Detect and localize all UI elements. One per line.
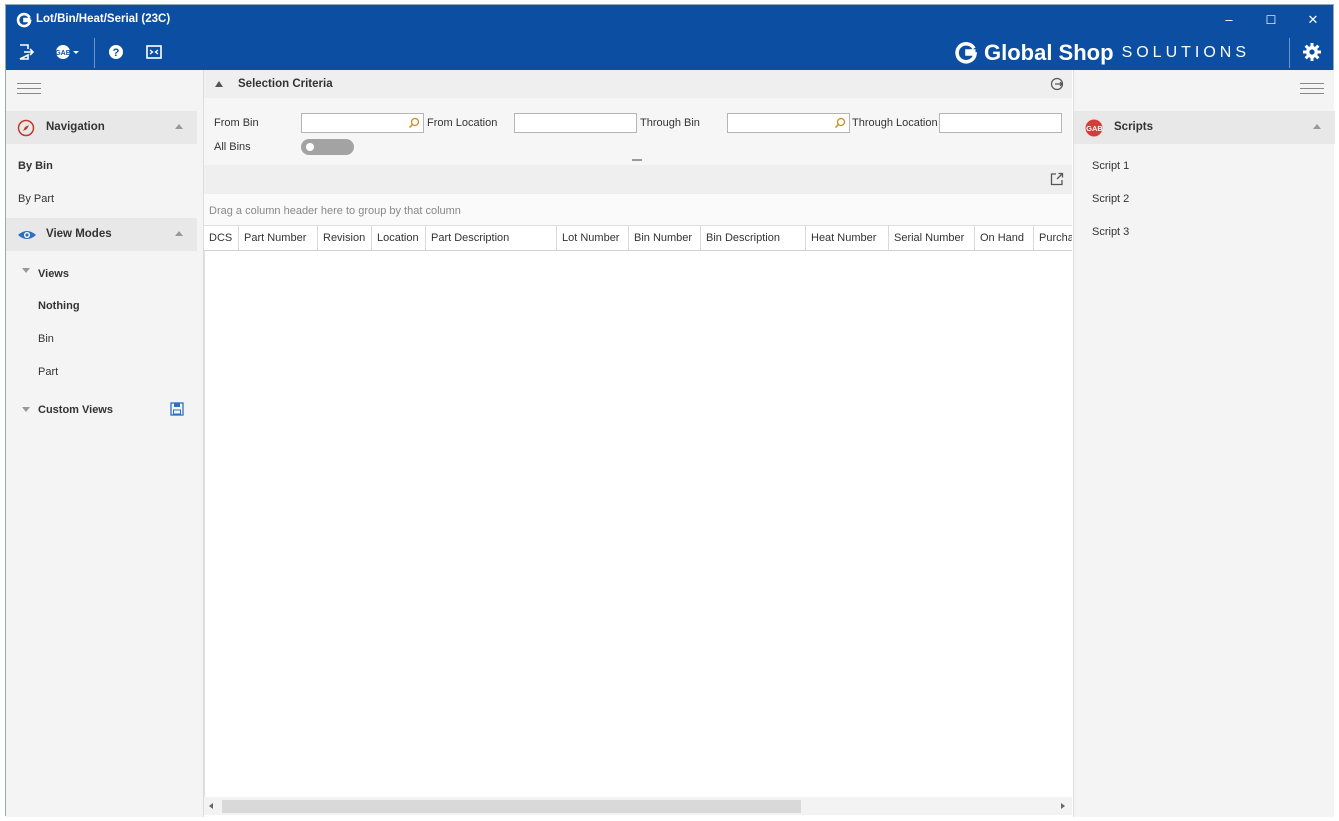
column-header-serial-number[interactable]: Serial Number: [889, 226, 975, 250]
from-location-input[interactable]: [514, 113, 637, 133]
toolbar: GAB ? Global Shop SOLUTIONS: [6, 35, 1333, 70]
column-header-on-hand[interactable]: On Hand: [975, 226, 1034, 250]
export-icon[interactable]: [1050, 77, 1064, 91]
column-header-purchase[interactable]: Purcha: [1034, 226, 1072, 250]
toggle-knob: [306, 143, 314, 151]
grid-column-headers: DCS Part Number Revision Location Part D…: [204, 226, 1072, 251]
popout-icon[interactable]: [1050, 172, 1064, 186]
views-group-label[interactable]: Views: [38, 268, 69, 280]
view-item-part[interactable]: Part: [38, 366, 58, 378]
scroll-right-icon[interactable]: [1061, 803, 1065, 809]
collapse-arrow-icon[interactable]: [215, 81, 223, 87]
column-header-part-number[interactable]: Part Number: [239, 226, 318, 250]
brand-tagline: SOLUTIONS: [1121, 44, 1251, 61]
title-bar: Lot/Bin/Heat/Serial (23C) – ☐ ✕: [6, 5, 1333, 35]
eye-icon: [18, 231, 36, 239]
column-header-bin-description[interactable]: Bin Description: [701, 226, 806, 250]
svg-text:GAB: GAB: [1086, 124, 1103, 133]
main-content: Selection Criteria From Bin From Locatio…: [204, 70, 1073, 817]
close-button[interactable]: ✕: [1298, 10, 1328, 30]
script-item[interactable]: Script 2: [1092, 193, 1129, 205]
collapse-icon[interactable]: [175, 231, 183, 236]
brand-name: Global Shop: [984, 40, 1114, 65]
group-by-hint: Drag a column header here to group by th…: [209, 205, 461, 217]
script-item[interactable]: Script 3: [1092, 226, 1129, 238]
from-bin-input[interactable]: [301, 113, 424, 133]
group-by-panel[interactable]: Drag a column header here to group by th…: [204, 194, 1072, 226]
column-header-bin-number[interactable]: Bin Number: [629, 226, 701, 250]
all-bins-toggle[interactable]: [301, 139, 354, 155]
nav-item-by-part[interactable]: By Part: [18, 193, 54, 205]
through-bin-input[interactable]: [727, 113, 850, 133]
collapse-icon[interactable]: [1313, 124, 1321, 129]
column-header-revision[interactable]: Revision: [318, 226, 372, 250]
through-location-input[interactable]: [939, 113, 1062, 133]
gab-dropdown-icon[interactable]: GAB: [54, 43, 84, 61]
app-window: Lot/Bin/Heat/Serial (23C) – ☐ ✕ GAB ? Gl…: [5, 4, 1335, 817]
view-modes-title: View Modes: [46, 228, 112, 240]
save-icon[interactable]: [170, 402, 184, 416]
svg-text:GAB: GAB: [55, 50, 71, 57]
all-bins-label: All Bins: [214, 141, 251, 153]
left-panel: Navigation By Bin By Part View Modes Vie…: [6, 70, 204, 817]
window-title: Lot/Bin/Heat/Serial (23C): [36, 13, 171, 25]
scroll-left-icon[interactable]: [209, 803, 213, 809]
through-bin-label: Through Bin: [640, 117, 700, 129]
from-location-label: From Location: [427, 117, 498, 129]
brand-g-icon: [955, 41, 978, 64]
nav-item-by-bin[interactable]: By Bin: [18, 160, 53, 172]
through-location-label: Through Location: [852, 117, 938, 129]
search-icon[interactable]: [408, 117, 420, 129]
grid-toolbar: [204, 165, 1072, 194]
view-item-nothing[interactable]: Nothing: [38, 300, 80, 312]
navigation-group-header[interactable]: Navigation: [6, 111, 197, 144]
left-panel-menu-icon[interactable]: [17, 83, 41, 95]
custom-views-label[interactable]: Custom Views: [38, 404, 113, 416]
scripts-title: Scripts: [1114, 121, 1153, 133]
scripts-group-header[interactable]: GAB Scripts: [1074, 111, 1335, 144]
navigation-title: Navigation: [46, 121, 105, 133]
svg-text:?: ?: [113, 47, 120, 59]
from-bin-label: From Bin: [214, 117, 259, 129]
expand-arrow-icon[interactable]: [22, 268, 30, 273]
toolbar-separator: [1289, 38, 1290, 68]
column-header-part-description[interactable]: Part Description: [426, 226, 557, 250]
toolbar-separator: [94, 38, 95, 68]
grid-body[interactable]: [204, 251, 1072, 797]
column-header-location[interactable]: Location: [372, 226, 426, 250]
selection-criteria-header[interactable]: Selection Criteria: [204, 70, 1072, 98]
compass-icon: [17, 119, 35, 137]
exit-icon[interactable]: [17, 43, 35, 61]
minimize-button[interactable]: –: [1214, 10, 1244, 30]
script-item[interactable]: Script 1: [1092, 160, 1129, 172]
brand-logo: Global Shop SOLUTIONS: [954, 40, 1250, 66]
column-header-lot-number[interactable]: Lot Number: [557, 226, 629, 250]
panel-splitter[interactable]: [632, 159, 642, 161]
screen-icon[interactable]: [145, 43, 163, 61]
column-header-dcs[interactable]: DCS: [204, 226, 239, 250]
expand-arrow-icon[interactable]: [22, 407, 30, 412]
gab-icon: GAB: [1085, 119, 1103, 137]
horizontal-scrollbar[interactable]: [204, 797, 1072, 815]
column-header-heat-number[interactable]: Heat Number: [806, 226, 889, 250]
collapse-icon[interactable]: [175, 124, 183, 129]
right-panel-menu-icon[interactable]: [1300, 83, 1324, 95]
selection-criteria-title: Selection Criteria: [238, 78, 333, 90]
right-panel: GAB Scripts Script 1 Script 2 Script 3: [1073, 70, 1335, 817]
help-icon[interactable]: ?: [107, 43, 125, 61]
scrollbar-thumb[interactable]: [222, 800, 801, 813]
selection-criteria-panel: From Bin From Location Through Bin Throu…: [204, 98, 1072, 165]
search-icon[interactable]: [834, 117, 846, 129]
gear-icon[interactable]: [1302, 42, 1322, 62]
app-logo-icon: [16, 12, 32, 28]
view-item-bin[interactable]: Bin: [38, 333, 54, 345]
view-modes-group-header[interactable]: View Modes: [6, 218, 197, 251]
maximize-button[interactable]: ☐: [1256, 10, 1286, 30]
